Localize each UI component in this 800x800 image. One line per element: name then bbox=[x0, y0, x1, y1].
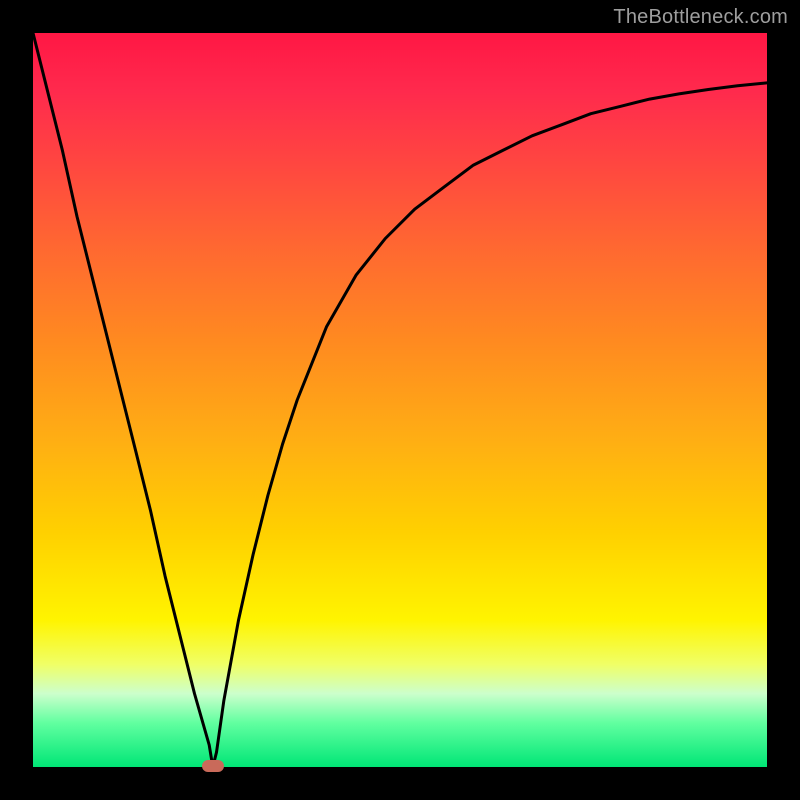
plot-area bbox=[33, 33, 767, 767]
min-marker bbox=[202, 760, 224, 772]
credit-text: TheBottleneck.com bbox=[613, 6, 788, 29]
bottleneck-curve bbox=[33, 33, 767, 767]
chart-frame: TheBottleneck.com bbox=[0, 0, 800, 800]
